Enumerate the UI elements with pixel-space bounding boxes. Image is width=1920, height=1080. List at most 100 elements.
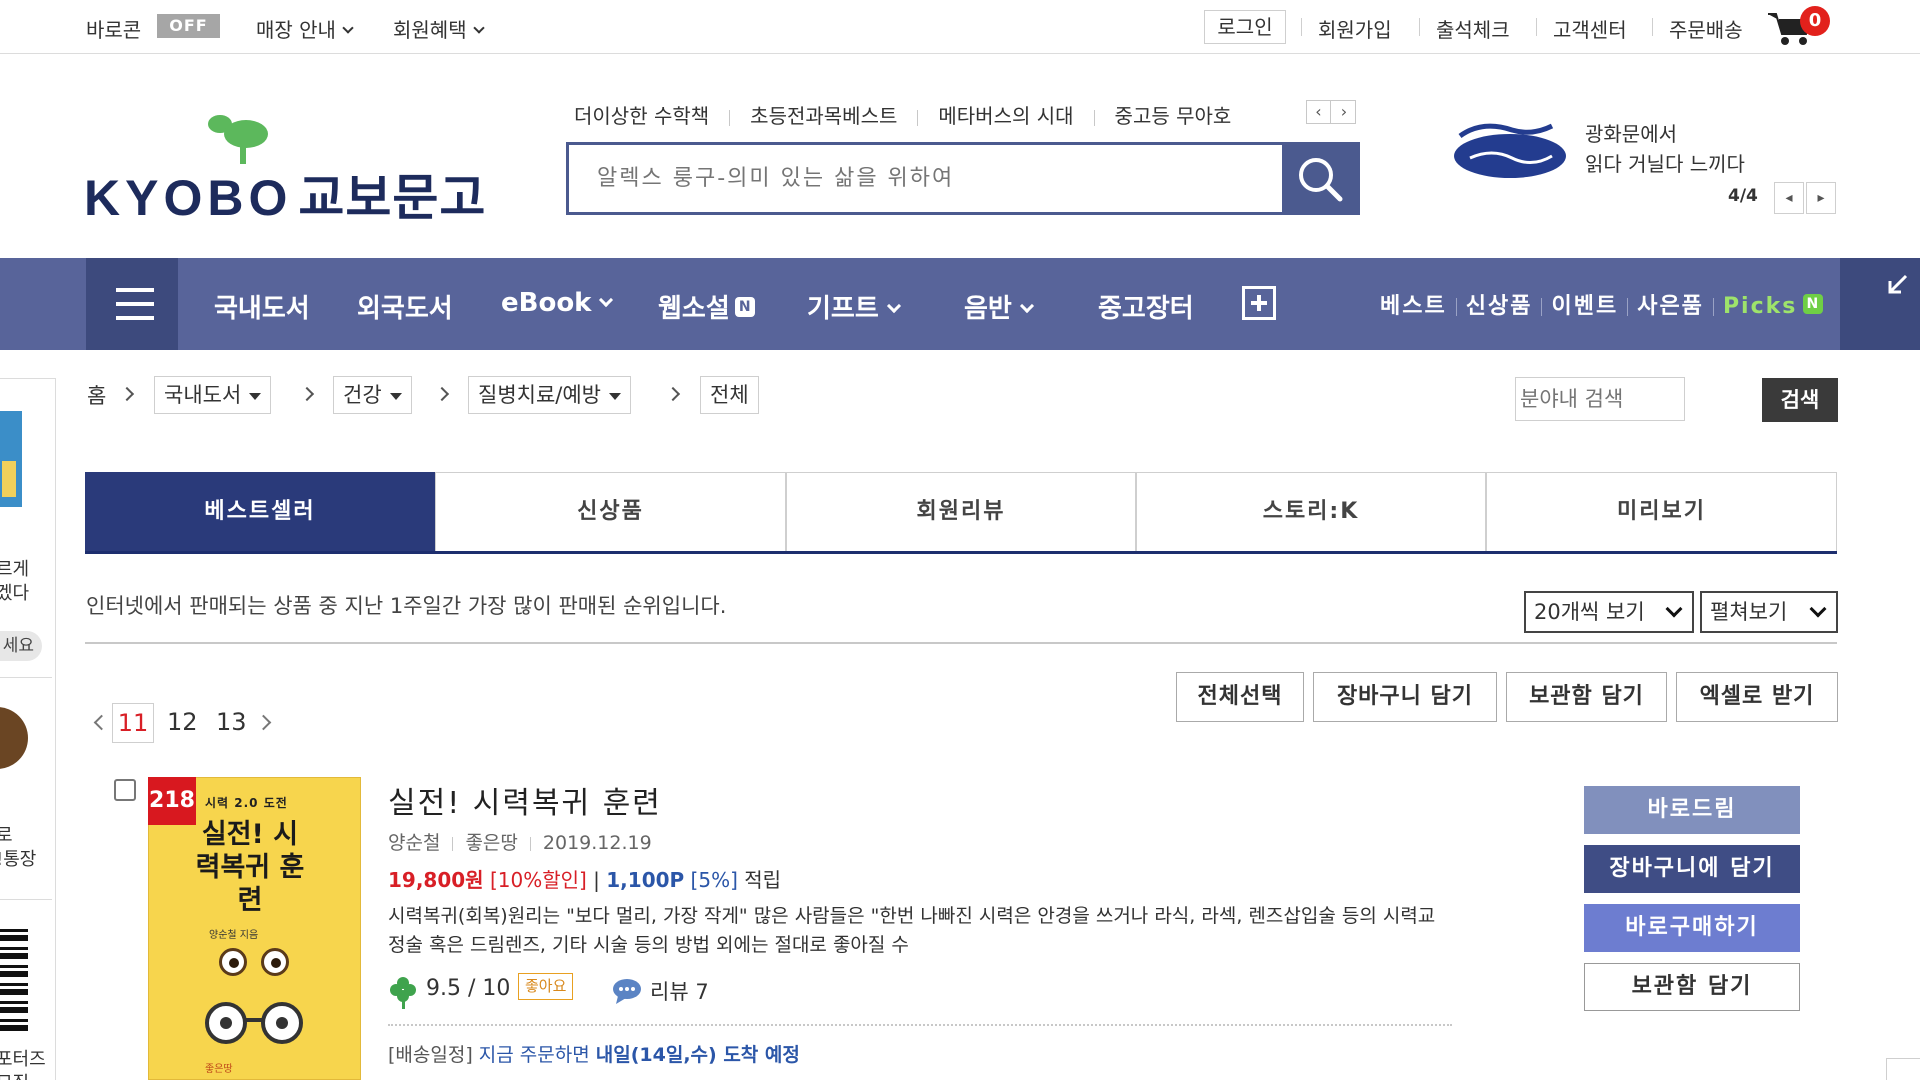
gwanghwamun-promo-logo-icon[interactable] bbox=[1452, 118, 1568, 182]
divider bbox=[529, 836, 531, 851]
product-checkbox[interactable] bbox=[114, 779, 136, 801]
divider bbox=[1627, 298, 1629, 316]
save-wishlist-button[interactable]: 보관함 담기 bbox=[1584, 963, 1800, 1011]
per-page-select[interactable]: 20개씩 보기 bbox=[1524, 591, 1694, 633]
keyword-link[interactable]: 초등전과목베스트 bbox=[750, 100, 897, 129]
product-title[interactable]: 실전! 시력복귀 훈련 bbox=[388, 778, 662, 822]
nav-new[interactable]: 신상품 bbox=[1466, 294, 1533, 319]
add-to-wishlist-button[interactable]: 보관함 담기 bbox=[1506, 672, 1667, 722]
promo-line-2[interactable]: 읽다 거닐다 느끼다 bbox=[1585, 148, 1745, 177]
breadcrumb-home[interactable]: 홈 bbox=[87, 380, 106, 416]
store-info-label: 매장 안내 bbox=[256, 18, 336, 42]
banner-text: 겠다 bbox=[0, 583, 30, 604]
chevron-down-icon bbox=[599, 292, 614, 308]
banner-text: 모집 bbox=[0, 1069, 29, 1080]
nav-gift-item[interactable]: 사은품 bbox=[1637, 294, 1704, 319]
add-cart-button[interactable]: 장바구니에 담기 bbox=[1584, 845, 1800, 893]
page-link[interactable]: 12 bbox=[167, 708, 198, 736]
product-publisher[interactable]: 좋은땅 bbox=[465, 832, 517, 854]
keyword-prev-button[interactable]: ‹ bbox=[1307, 101, 1331, 123]
member-benefit-menu[interactable]: 회원혜택 bbox=[393, 14, 485, 43]
nav-webnovel[interactable]: 웹소설 N bbox=[658, 288, 755, 325]
chevron-right-icon bbox=[434, 386, 450, 402]
tab-member-review[interactable]: 회원리뷰 bbox=[786, 472, 1136, 551]
attendance-link[interactable]: 출석체크 bbox=[1436, 14, 1510, 43]
customer-center-link[interactable]: 고객센터 bbox=[1553, 14, 1627, 43]
keyword-link[interactable]: 더이상한 수학책 bbox=[574, 100, 709, 129]
list-tabs: 베스트셀러 신상품 회원리뷰 스토리:K 미리보기 bbox=[85, 472, 1837, 554]
promo-prev-button[interactable]: ◂ bbox=[1774, 182, 1804, 214]
nav-gift[interactable]: 기프트 bbox=[807, 288, 901, 325]
plus-icon[interactable] bbox=[1242, 286, 1276, 320]
barodrim-button[interactable]: 바로드림 bbox=[1584, 786, 1800, 834]
divider bbox=[388, 1024, 1452, 1026]
area-search-button[interactable]: 검색 bbox=[1762, 378, 1838, 422]
promo-next-button[interactable]: ▸ bbox=[1806, 182, 1836, 214]
collapse-corner-tab[interactable] bbox=[1840, 258, 1920, 350]
nav-domestic-books[interactable]: 국내도서 bbox=[214, 288, 310, 325]
qr-code-icon[interactable] bbox=[0, 927, 28, 1031]
tab-new[interactable]: 신상품 bbox=[435, 472, 786, 551]
banner-book-thumbnail[interactable] bbox=[0, 411, 22, 507]
store-info-menu[interactable]: 매장 안내 bbox=[256, 14, 354, 43]
shipping-info: [배송일정] 지금 주문하면 내일(14일,수) 도착 예정 bbox=[388, 1040, 800, 1067]
banner-circle-image[interactable] bbox=[0, 707, 28, 769]
barokon-off-toggle[interactable]: OFF bbox=[157, 14, 220, 38]
like-badge: 좋아요 bbox=[518, 973, 574, 1000]
menu-icon[interactable] bbox=[86, 258, 178, 350]
login-button[interactable]: 로그인 bbox=[1204, 10, 1286, 44]
keyword-link[interactable]: 중고등 무아호 bbox=[1115, 100, 1232, 129]
eye-icon bbox=[261, 948, 289, 976]
area-search-input[interactable] bbox=[1515, 377, 1685, 421]
breadcrumb-health-select[interactable]: 건강 bbox=[333, 376, 412, 414]
breadcrumb-all[interactable]: 전체 bbox=[700, 376, 759, 414]
page-next-icon[interactable] bbox=[255, 714, 272, 731]
chevron-right-icon bbox=[299, 386, 315, 402]
nav-used-market[interactable]: 중고장터 bbox=[1098, 288, 1194, 325]
nav-foreign-books[interactable]: 외국도서 bbox=[357, 288, 453, 325]
breadcrumb-disease-select[interactable]: 질병치료/예방 bbox=[468, 376, 631, 414]
breadcrumb-disease-label: 질병치료/예방 bbox=[478, 383, 601, 407]
kyobo-logo[interactable]: KYOBO 교보문고 bbox=[84, 158, 486, 230]
export-excel-button[interactable]: 엑셀로 받기 bbox=[1676, 672, 1838, 722]
signup-link[interactable]: 회원가입 bbox=[1318, 14, 1392, 43]
nav-ebook[interactable]: eBook bbox=[501, 288, 614, 318]
popular-keywords: 더이상한 수학책 초등전과목베스트 메타버스의 시대 중고등 무아호 bbox=[574, 100, 1231, 128]
review-link[interactable]: 리뷰 7 bbox=[650, 976, 709, 1006]
right-floating-tab[interactable] bbox=[1886, 1058, 1920, 1080]
promo-line-1[interactable]: 광화문에서 bbox=[1585, 118, 1677, 147]
breadcrumb-domestic-label: 국내도서 bbox=[164, 383, 242, 407]
order-delivery-link[interactable]: 주문배송 bbox=[1669, 14, 1743, 43]
page-link[interactable]: 13 bbox=[216, 708, 247, 736]
nav-picks[interactable]: Picks bbox=[1723, 294, 1797, 319]
sale-price: 19,800원 bbox=[388, 868, 484, 892]
search-button[interactable] bbox=[1282, 145, 1357, 212]
page-prev-icon[interactable] bbox=[93, 714, 110, 731]
view-mode-select[interactable]: 펼쳐보기 bbox=[1700, 591, 1838, 633]
divider: | bbox=[593, 868, 600, 892]
banner-button[interactable]: 세요 bbox=[0, 631, 42, 661]
tab-preview[interactable]: 미리보기 bbox=[1486, 472, 1837, 551]
buy-now-button[interactable]: 바로구매하기 bbox=[1584, 904, 1800, 952]
keyword-link[interactable]: 메타버스의 시대 bbox=[938, 100, 1073, 129]
cover-title: 실전! 시력복귀 훈련 bbox=[195, 819, 305, 916]
nav-best[interactable]: 베스트 bbox=[1380, 294, 1447, 319]
search-input[interactable] bbox=[569, 145, 1282, 212]
page-current[interactable]: 11 bbox=[112, 703, 154, 743]
nav-gift-label: 기프트 bbox=[807, 294, 879, 324]
tab-story-k[interactable]: 스토리:K bbox=[1136, 472, 1486, 551]
keyword-pager: ‹ › bbox=[1306, 100, 1356, 124]
list-description: 인터넷에서 판매되는 상품 중 지난 1주일간 가장 많이 판매된 순위입니다. bbox=[86, 594, 727, 618]
add-to-cart-button[interactable]: 장바구니 담기 bbox=[1313, 672, 1497, 722]
keyword-next-button[interactable]: › bbox=[1332, 101, 1356, 123]
tab-bestseller[interactable]: 베스트셀러 bbox=[85, 472, 435, 551]
select-all-button[interactable]: 전체선택 bbox=[1176, 672, 1304, 722]
barokon-link[interactable]: 바로콘 bbox=[86, 14, 141, 43]
product-author[interactable]: 양순철 bbox=[388, 832, 440, 854]
breadcrumb-domestic-select[interactable]: 국내도서 bbox=[154, 376, 272, 414]
nav-event[interactable]: 이벤트 bbox=[1551, 294, 1618, 319]
nav-music[interactable]: 음반 bbox=[964, 288, 1034, 325]
banner-text: 르게 bbox=[0, 559, 30, 580]
divider bbox=[729, 109, 731, 126]
search-icon bbox=[1299, 158, 1343, 202]
